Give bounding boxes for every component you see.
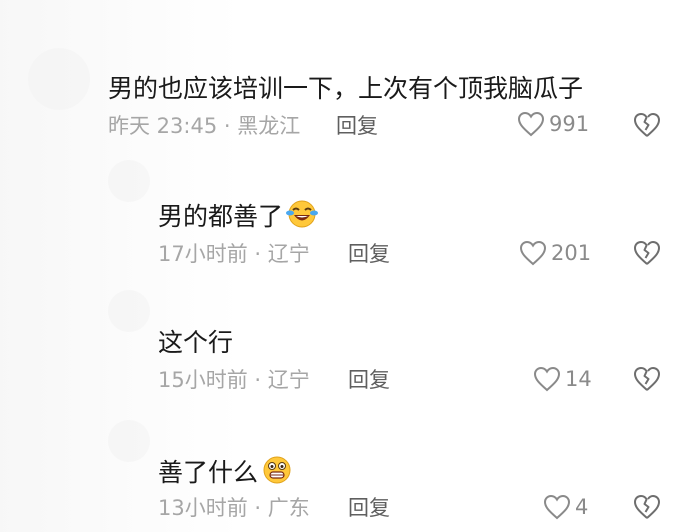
- comment-meta: 13小时前 · 广东: [158, 495, 310, 521]
- reply-button[interactable]: 回复: [348, 367, 390, 393]
- comment-meta: 15小时前 · 辽宁: [158, 367, 310, 393]
- comment-text-content: 善了什么: [158, 458, 259, 487]
- reply-button[interactable]: 回复: [336, 113, 378, 139]
- comment-meta: 17小时前 · 辽宁: [158, 241, 310, 267]
- comment-text-content: 男的都善了: [158, 202, 284, 231]
- rolling-laughing-emoji: [285, 199, 319, 236]
- comment-location: 黑龙江: [237, 114, 301, 138]
- avatar[interactable]: [108, 290, 150, 332]
- dislike-button[interactable]: [632, 493, 662, 521]
- heart-outline-icon: [517, 111, 545, 137]
- comment-text: 男的也应该培训一下，上次有个顶我脑瓜子: [108, 74, 584, 103]
- meta-separator: ·: [254, 242, 262, 266]
- comment-time: 17小时前: [158, 242, 248, 266]
- broken-heart-icon: [634, 113, 660, 137]
- reply-button[interactable]: 回复: [348, 241, 390, 267]
- heart-outline-icon: [519, 240, 547, 266]
- like-button[interactable]: 4: [543, 494, 588, 520]
- dislike-button[interactable]: [632, 111, 662, 139]
- comment-location: 辽宁: [267, 242, 310, 266]
- dislike-button[interactable]: [632, 239, 662, 267]
- grinning-emoji: [260, 455, 294, 492]
- dislike-button[interactable]: [632, 365, 662, 393]
- broken-heart-icon: [634, 241, 660, 265]
- meta-separator: ·: [254, 496, 262, 520]
- broken-heart-icon: [634, 495, 660, 519]
- heart-outline-icon: [533, 366, 561, 392]
- meta-separator: ·: [254, 368, 262, 392]
- broken-heart-icon: [634, 367, 660, 391]
- comment-text: 善了什么: [158, 455, 294, 492]
- comment-location: 广东: [267, 496, 310, 520]
- comment-time: 13小时前: [158, 496, 248, 520]
- heart-outline-icon: [543, 494, 571, 520]
- avatar[interactable]: [108, 160, 150, 202]
- reply-button[interactable]: 回复: [348, 495, 390, 521]
- comment-meta: 昨天 23:45 · 黑龙江: [108, 113, 300, 139]
- like-count: 4: [575, 495, 589, 519]
- comment-location: 辽宁: [267, 368, 310, 392]
- like-count: 201: [551, 241, 592, 265]
- comment-time: 15小时前: [158, 368, 248, 392]
- meta-separator: ·: [223, 114, 231, 138]
- like-button[interactable]: 991: [517, 111, 589, 137]
- like-button[interactable]: 14: [533, 366, 592, 392]
- avatar[interactable]: [108, 420, 150, 462]
- comment-time: 昨天 23:45: [108, 114, 218, 138]
- like-button[interactable]: 201: [519, 240, 591, 266]
- comment-text: 男的都善了: [158, 199, 319, 236]
- like-count: 991: [549, 112, 590, 136]
- like-count: 14: [565, 367, 592, 391]
- comment-text: 这个行: [158, 328, 234, 357]
- avatar[interactable]: [28, 48, 90, 110]
